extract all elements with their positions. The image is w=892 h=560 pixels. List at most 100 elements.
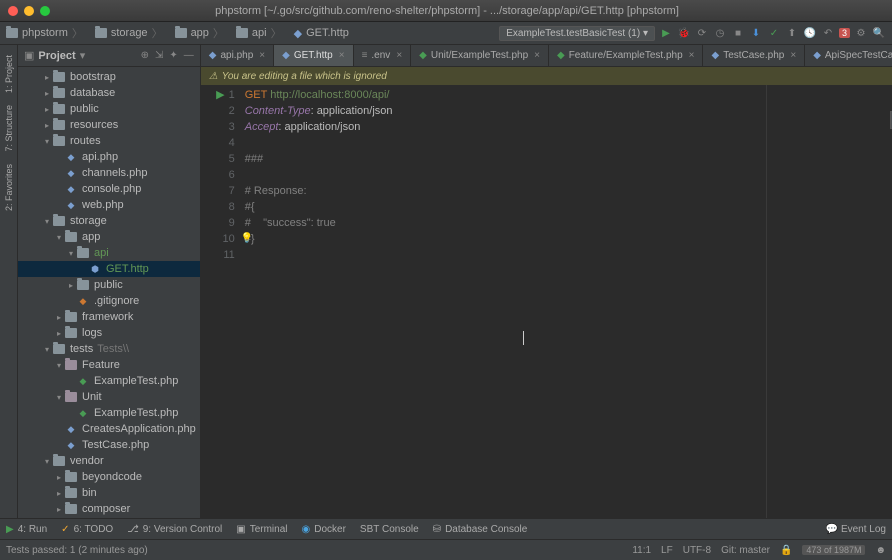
tree-row[interactable]: ◆TestCase.php — [18, 437, 200, 453]
tree-row[interactable]: Unit — [18, 389, 200, 405]
tree-row[interactable]: ◆channels.php — [18, 165, 200, 181]
project-tree[interactable]: bootstrapdatabasepublicresourcesroutes◆a… — [18, 67, 200, 518]
editor-tab[interactable]: ◆Feature/ExampleTest.php× — [549, 45, 704, 66]
caret-position[interactable]: 11:1 — [632, 545, 651, 556]
code-editor[interactable]: ▶1234567891011 GET http://localhost:8000… — [201, 85, 892, 518]
bottom-tool-button[interactable]: ◉Docker — [302, 524, 346, 535]
tree-row[interactable]: database — [18, 85, 200, 101]
bottom-tool-button[interactable]: ▣Terminal — [236, 524, 287, 535]
profile-button[interactable]: ◷ — [713, 26, 727, 40]
git-pull-icon[interactable]: ⬇ — [749, 26, 763, 40]
tree-row[interactable]: ◆web.php — [18, 197, 200, 213]
run-configuration-selector[interactable]: ExampleTest.testBasicTest (1) ▾ — [499, 26, 655, 41]
tool-window-tab[interactable]: 1: Project — [2, 49, 16, 99]
close-tab-icon[interactable]: × — [534, 50, 540, 61]
tree-row[interactable]: ◆console.php — [18, 181, 200, 197]
run-config-label: ExampleTest.testBasicTest (1) — [506, 28, 640, 39]
editor-tab[interactable]: ◆GET.http× — [274, 45, 353, 66]
notifications-badge[interactable]: 3 — [839, 28, 850, 38]
warning-text: You are editing a file which is ignored — [222, 71, 387, 82]
stop-button[interactable]: ■ — [731, 26, 745, 40]
breadcrumb-item[interactable]: ◆GET.http — [294, 27, 349, 40]
ignored-file-warning: ⚠ You are editing a file which is ignore… — [201, 67, 892, 85]
minimize-window-icon[interactable] — [24, 6, 34, 16]
git-history-icon[interactable]: 🕓 — [803, 26, 817, 40]
tree-row[interactable]: public — [18, 277, 200, 293]
editor-tab[interactable]: ◆TestCase.php× — [703, 45, 805, 66]
tree-row[interactable]: bin — [18, 485, 200, 501]
event-log-button[interactable]: 💬 Event Log — [826, 524, 886, 535]
editor-tab[interactable]: ≡.env× — [354, 45, 412, 66]
title-bar: phpstorm [~/.go/src/github.com/reno-shel… — [0, 0, 892, 22]
close-tab-icon[interactable]: × — [396, 50, 402, 61]
git-revert-icon[interactable]: ↶ — [821, 26, 835, 40]
tree-row[interactable]: ⬢GET.http — [18, 261, 200, 277]
git-branch[interactable]: Git: master — [721, 545, 770, 556]
breadcrumb-item[interactable]: storage 〉 — [95, 25, 163, 41]
tree-row[interactable]: ◆api.php — [18, 149, 200, 165]
run-gutter-icon[interactable]: ▶ — [216, 87, 224, 103]
tree-row[interactable]: ◆ExampleTest.php — [18, 373, 200, 389]
tree-row[interactable]: ◆ExampleTest.php — [18, 405, 200, 421]
editor-tabs: ◆api.php×◆GET.http×≡.env×◆Unit/ExampleTe… — [201, 45, 892, 67]
lock-icon[interactable]: 🔒 — [780, 545, 792, 556]
coverage-button[interactable]: ⟳ — [695, 26, 709, 40]
bottom-tool-button[interactable]: ⎇9: Version Control — [127, 524, 222, 535]
breadcrumb-item[interactable]: app 〉 — [175, 25, 224, 41]
close-tab-icon[interactable]: × — [259, 50, 265, 61]
close-tab-icon[interactable]: × — [689, 50, 695, 61]
run-button[interactable]: ▶ — [659, 26, 673, 40]
tree-row[interactable]: dnoegel — [18, 517, 200, 518]
tree-row[interactable]: vendor — [18, 453, 200, 469]
git-push-icon[interactable]: ⬆ — [785, 26, 799, 40]
navigation-bar: phpstorm 〉 storage 〉 app 〉 api 〉 ◆GET.http E… — [0, 22, 892, 45]
tree-row[interactable]: resources — [18, 117, 200, 133]
hector-icon[interactable]: ☻ — [875, 545, 886, 556]
close-tab-icon[interactable]: × — [339, 50, 345, 61]
bottom-tool-button[interactable]: SBT Console — [360, 524, 419, 535]
editor-tab[interactable]: ◆api.php× — [201, 45, 274, 66]
tree-row[interactable]: bootstrap — [18, 69, 200, 85]
tree-row[interactable]: ◆CreatesApplication.php — [18, 421, 200, 437]
maximize-window-icon[interactable] — [40, 6, 50, 16]
intention-bulb-icon[interactable]: 💡 — [241, 231, 253, 247]
editor-tab[interactable]: ◆Unit/ExampleTest.php× — [411, 45, 549, 66]
close-window-icon[interactable] — [8, 6, 18, 16]
settings-icon[interactable]: ⚙ — [854, 26, 868, 40]
tree-row[interactable]: public — [18, 101, 200, 117]
tool-window-tab[interactable]: 2: Favorites — [2, 158, 16, 217]
tree-row[interactable]: ◆.gitignore — [18, 293, 200, 309]
gear-icon[interactable]: ✦ — [169, 50, 177, 61]
breadcrumb-item[interactable]: api 〉 — [236, 25, 282, 41]
tree-row[interactable]: Feature — [18, 357, 200, 373]
project-tool-window: ▣ Project ▾ ⊕ ⇲ ✦ — bootstrapdatabasepub… — [18, 45, 201, 518]
tree-row[interactable]: api — [18, 245, 200, 261]
tool-window-tab[interactable]: 7: Structure — [2, 99, 16, 158]
breadcrumb-item[interactable]: phpstorm 〉 — [6, 25, 83, 41]
debug-button[interactable]: 🐞 — [677, 26, 691, 40]
tree-row[interactable]: framework — [18, 309, 200, 325]
collapse-all-icon[interactable]: ⇲ — [155, 50, 163, 61]
tree-row[interactable]: storage — [18, 213, 200, 229]
status-bar: Tests passed: 1 (2 minutes ago) 11:1 LF … — [0, 539, 892, 560]
tree-row[interactable]: beyondcode — [18, 469, 200, 485]
close-tab-icon[interactable]: × — [790, 50, 796, 61]
tree-row[interactable]: testsTests\\ — [18, 341, 200, 357]
hide-panel-icon[interactable]: — — [184, 50, 194, 61]
bottom-tool-button[interactable]: ⛁Database Console — [433, 524, 528, 535]
bottom-tool-bar: ▶4: Run ✓6: TODO ⎇9: Version Control ▣Termi… — [0, 518, 892, 539]
file-encoding[interactable]: UTF-8 — [683, 545, 711, 556]
line-separator[interactable]: LF — [661, 545, 673, 556]
tree-row[interactable]: logs — [18, 325, 200, 341]
git-commit-icon[interactable]: ✓ — [767, 26, 781, 40]
memory-indicator[interactable]: 473 of 1987M — [802, 545, 865, 555]
bottom-tool-button[interactable]: ▶4: Run — [6, 524, 47, 535]
tree-row[interactable]: routes — [18, 133, 200, 149]
tree-row[interactable]: composer — [18, 501, 200, 517]
tree-row[interactable]: app — [18, 229, 200, 245]
project-header: ▣ Project ▾ ⊕ ⇲ ✦ — — [18, 45, 200, 67]
editor-tab[interactable]: ◆ApiSpecTestCase.php× — [805, 45, 892, 66]
search-everywhere-icon[interactable]: 🔍 — [872, 26, 886, 40]
scroll-to-source-icon[interactable]: ⊕ — [141, 50, 149, 61]
bottom-tool-button[interactable]: ✓6: TODO — [61, 524, 113, 535]
